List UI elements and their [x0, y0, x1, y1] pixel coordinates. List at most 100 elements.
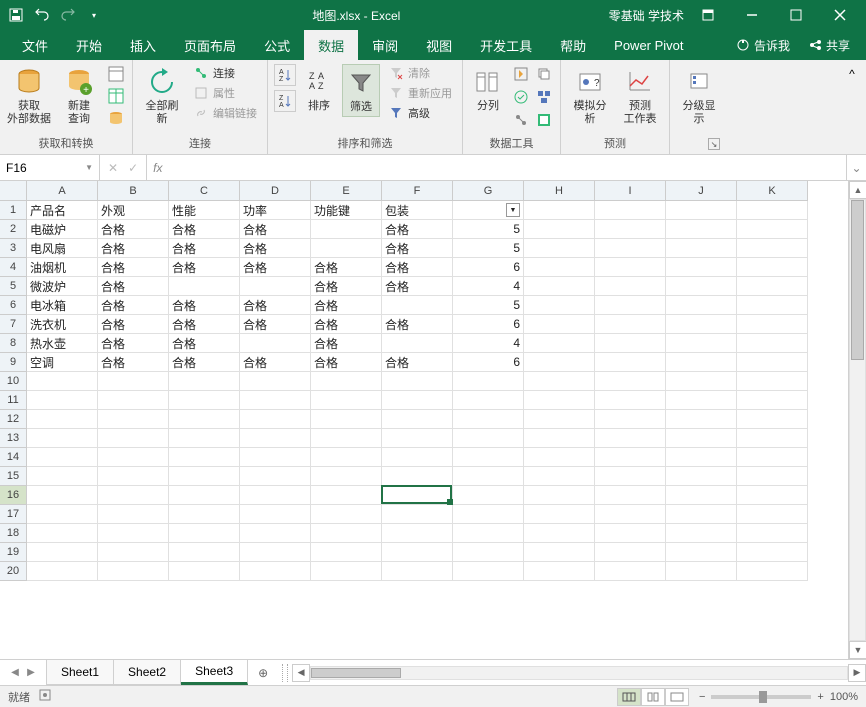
- cell[interactable]: [524, 334, 595, 353]
- row-header[interactable]: 15: [0, 467, 27, 486]
- cell[interactable]: [737, 315, 808, 334]
- cell[interactable]: [595, 334, 666, 353]
- column-header[interactable]: J: [666, 181, 737, 201]
- cell[interactable]: [524, 543, 595, 562]
- cell[interactable]: [98, 505, 169, 524]
- cell[interactable]: 合格: [98, 277, 169, 296]
- filter-dropdown-icon[interactable]: ▼: [506, 203, 520, 217]
- cell[interactable]: 合格: [382, 277, 453, 296]
- cell[interactable]: 空调: [27, 353, 98, 372]
- cell[interactable]: [737, 334, 808, 353]
- page-break-view-icon[interactable]: [665, 688, 689, 706]
- cell[interactable]: [595, 524, 666, 543]
- cell[interactable]: [524, 410, 595, 429]
- cell[interactable]: [311, 220, 382, 239]
- row-header[interactable]: 10: [0, 372, 27, 391]
- cell[interactable]: [169, 467, 240, 486]
- cell[interactable]: [382, 372, 453, 391]
- cell[interactable]: [240, 505, 311, 524]
- cell[interactable]: [311, 562, 382, 581]
- cell[interactable]: 合格: [382, 315, 453, 334]
- cell[interactable]: [27, 391, 98, 410]
- cell[interactable]: [311, 543, 382, 562]
- cell[interactable]: [311, 410, 382, 429]
- properties-button[interactable]: 属性: [189, 84, 261, 102]
- new-query-button[interactable]: + 新建 查询: [56, 64, 102, 128]
- cell[interactable]: ▼: [453, 201, 524, 220]
- undo-icon[interactable]: [32, 5, 52, 25]
- cell[interactable]: [311, 429, 382, 448]
- cell[interactable]: [524, 296, 595, 315]
- cell[interactable]: 合格: [98, 353, 169, 372]
- row-header[interactable]: 17: [0, 505, 27, 524]
- tab-split-handle[interactable]: [282, 664, 288, 682]
- cell[interactable]: [98, 543, 169, 562]
- row-header[interactable]: 2: [0, 220, 27, 239]
- clear-filter-button[interactable]: 清除: [384, 64, 456, 82]
- cell[interactable]: [666, 334, 737, 353]
- cell[interactable]: 5: [453, 239, 524, 258]
- cell[interactable]: [169, 429, 240, 448]
- ribbon-options-icon[interactable]: [688, 0, 728, 30]
- cell[interactable]: [666, 562, 737, 581]
- cell[interactable]: [666, 372, 737, 391]
- row-header[interactable]: 5: [0, 277, 27, 296]
- cell[interactable]: 合格: [98, 239, 169, 258]
- cell[interactable]: [311, 524, 382, 543]
- cell[interactable]: [453, 562, 524, 581]
- cell[interactable]: [169, 372, 240, 391]
- cell[interactable]: 合格: [98, 258, 169, 277]
- column-header[interactable]: A: [27, 181, 98, 201]
- sheet-tab[interactable]: Sheet1: [47, 660, 114, 685]
- cell[interactable]: 合格: [240, 296, 311, 315]
- cell[interactable]: 包装: [382, 201, 453, 220]
- cell[interactable]: [169, 505, 240, 524]
- cell[interactable]: [595, 315, 666, 334]
- cell[interactable]: [382, 524, 453, 543]
- ribbon-tab-开始[interactable]: 开始: [62, 30, 116, 60]
- cell[interactable]: [666, 429, 737, 448]
- row-header[interactable]: 7: [0, 315, 27, 334]
- cell[interactable]: 合格: [382, 258, 453, 277]
- cell[interactable]: 6: [453, 353, 524, 372]
- data-model-icon[interactable]: [534, 110, 554, 130]
- cell[interactable]: [169, 448, 240, 467]
- cell[interactable]: [382, 562, 453, 581]
- cell[interactable]: [382, 334, 453, 353]
- cell[interactable]: [169, 562, 240, 581]
- cell[interactable]: [169, 524, 240, 543]
- cell[interactable]: 洗衣机: [27, 315, 98, 334]
- scroll-left-icon[interactable]: ◀: [292, 664, 310, 682]
- cell[interactable]: [737, 543, 808, 562]
- accept-formula-icon[interactable]: ✓: [128, 161, 138, 175]
- cell[interactable]: [169, 391, 240, 410]
- chevron-down-icon[interactable]: ▼: [85, 163, 93, 172]
- cell[interactable]: [595, 353, 666, 372]
- cell[interactable]: [311, 486, 382, 505]
- cell[interactable]: [27, 524, 98, 543]
- row-header[interactable]: 13: [0, 429, 27, 448]
- cell[interactable]: [311, 467, 382, 486]
- cell[interactable]: [240, 467, 311, 486]
- cell[interactable]: 4: [453, 334, 524, 353]
- ribbon-tab-插入[interactable]: 插入: [116, 30, 170, 60]
- cell[interactable]: [737, 277, 808, 296]
- cell[interactable]: [524, 258, 595, 277]
- cell[interactable]: 功能键: [311, 201, 382, 220]
- ribbon-tab-Power Pivot[interactable]: Power Pivot: [600, 30, 697, 60]
- edit-links-button[interactable]: 编辑链接: [189, 104, 261, 122]
- cell[interactable]: [453, 429, 524, 448]
- cell[interactable]: 合格: [169, 239, 240, 258]
- reapply-button[interactable]: 重新应用: [384, 84, 456, 102]
- show-queries-icon[interactable]: [106, 64, 126, 84]
- cell[interactable]: [169, 543, 240, 562]
- whatif-button[interactable]: ? 模拟分析: [567, 64, 613, 128]
- cell[interactable]: 电风扇: [27, 239, 98, 258]
- column-header[interactable]: K: [737, 181, 808, 201]
- row-header[interactable]: 11: [0, 391, 27, 410]
- cell[interactable]: [595, 372, 666, 391]
- cell[interactable]: [453, 486, 524, 505]
- recent-sources-icon[interactable]: [106, 108, 126, 128]
- cell[interactable]: 合格: [240, 353, 311, 372]
- sheet-prev-icon[interactable]: ◀: [8, 666, 22, 680]
